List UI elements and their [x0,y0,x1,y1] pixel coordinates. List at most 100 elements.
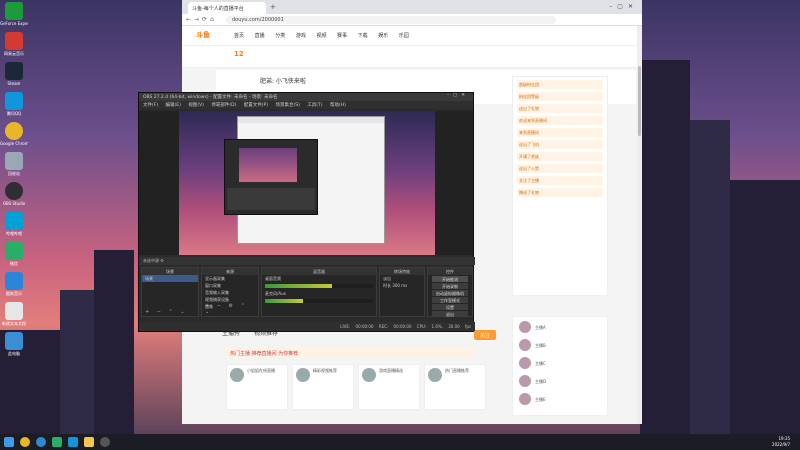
obs-menu-profile[interactable]: 配置文件(P) [244,103,268,108]
window-controls[interactable]: –▢✕ [609,3,638,10]
kugou-icon [5,272,23,290]
anchor-banner[interactable]: 热门主播 推荐直播间 为你推荐 [226,348,476,358]
obs-menu-file[interactable]: 文件(F) [143,103,158,108]
rank-item[interactable]: 主播E [517,393,603,407]
gear-icon[interactable]: ⚙ [160,258,164,263]
desktop-icon-kugou[interactable]: 酷狗音乐 [0,272,28,296]
desktop-icon-text-file[interactable]: 新建文本文档 [0,302,28,326]
rank-item[interactable]: 主播B [517,339,603,353]
obs-menu-view[interactable]: 视图(V) [188,103,204,108]
nav-buttons[interactable]: ←→⟳⌂ [186,16,217,23]
browser-tab[interactable]: 斗鱼-每个人的直播平台 [188,2,266,14]
url-field[interactable]: douyu.com/2000001 [226,16,556,24]
netease-music-icon [5,32,23,50]
desktop-icon-wechat[interactable]: 微信 [0,242,28,266]
rank-item[interactable]: 主播D [517,375,603,389]
avatar [519,357,531,369]
obs-menu-docks[interactable]: 停靠部件(D) [211,103,236,108]
follow-button[interactable]: 关注 [474,330,496,340]
chat-row: 粉丝团等级 [517,92,603,101]
obs-menu-tools[interactable]: 工具(T) [307,103,322,108]
studio-mode-button[interactable]: 工作室模式 [432,297,468,303]
obs-menu-edit[interactable]: 编辑(E) [166,103,181,108]
scrollbar-thumb[interactable] [638,66,641,136]
preview-margin-left [139,111,179,255]
site-menu: 首页 直播 分类 游戏 视频 赛事 下载 娱乐 乐园 [234,32,409,39]
settings-button[interactable]: 设置 [432,304,468,310]
captured-browser-bar [238,117,384,123]
chat-row: 关注了主播 [517,176,603,185]
recommend-card[interactable]: 精彩视频推荐 [292,364,354,410]
source-controls[interactable]: + − ⚙ ⌃ ⌄ [205,303,258,315]
captured-preview [239,148,297,182]
sources-dock: 来源 显示器采集 窗口采集 音频输入采集 视频捕获设备 图像 + − ⚙ ⌃ ⌄ [201,267,259,317]
menu-item[interactable]: 视频 [316,33,326,39]
obs-menu-scene-collection[interactable]: 场景集合(S) [275,103,299,108]
recommend-card[interactable]: 游戏直播精选 [358,364,420,410]
desktop-icon-obs[interactable]: OBS Studio [0,182,28,206]
site-header: 斗鱼 首页 直播 分类 游戏 视频 赛事 下载 娱乐 乐园 [182,26,642,46]
chat-row: 超级粉丝团 [517,80,603,89]
menu-item[interactable]: 赛事 [337,33,347,39]
desktop-icon-recycle-bin[interactable]: 回收站 [0,152,28,176]
chat-row: 送出了飞机 [517,140,603,149]
source-item[interactable]: 视频捕获设备 [202,296,258,303]
new-tab-icon[interactable]: + [270,3,276,11]
start-streaming-button[interactable]: 开始推流 [432,276,468,282]
transitions-dock: 转场特效 淡出 时长 300 ms [379,267,425,317]
source-toolbar: 未选中源 ⚙ [139,257,475,265]
desktop-icon-bilibili[interactable]: 哔哩哔哩 [0,212,28,236]
start-icon[interactable] [4,437,14,447]
scenes-dock: 场景 场景 + − ⌃ ⌄ [141,267,199,317]
virtual-camera-button[interactable]: 启动虚拟摄像机 [432,290,468,296]
obs-menu-help[interactable]: 帮助(H) [330,103,346,108]
avatar [519,375,531,387]
explorer-icon[interactable] [84,437,94,447]
source-item[interactable]: 窗口采集 [202,282,258,289]
source-item[interactable]: 音频输入采集 [202,289,258,296]
chrome-icon[interactable] [20,437,30,447]
edge-icon[interactable] [36,437,46,447]
exit-button[interactable]: 退出 [432,311,468,317]
system-clock[interactable]: 19:35 2022/9/7 [772,436,790,448]
site-logo[interactable]: 斗鱼 [196,30,210,40]
menu-item[interactable]: 分类 [275,33,285,39]
menu-item[interactable]: 娱乐 [378,33,388,39]
city-building [730,180,800,440]
menu-item[interactable]: 首页 [234,33,244,39]
obs-status-bar: LIVE: 00:00:00 REC: 00:00:00 CPU: 1.6%, … [139,322,475,331]
desktop-icon-steam[interactable]: Steam [0,62,28,86]
recommend-card[interactable]: 小姐姐在线直播 [226,364,288,410]
desktop-icon-chrome[interactable]: Google Chrome [0,122,28,146]
qq-icon[interactable] [68,437,78,447]
rank-item[interactable]: 主播C [517,357,603,371]
page-scrollbar[interactable] [637,26,642,424]
transition-duration[interactable]: 时长 300 ms [380,282,424,289]
obs-preview-canvas[interactable] [179,111,435,255]
chat-row: 送出了火箭 [517,164,603,173]
desktop-icon-netease[interactable]: 网易云音乐 [0,32,28,56]
menu-item[interactable]: 直播 [255,33,265,39]
menu-item[interactable]: 下载 [358,33,368,39]
avatar [519,393,531,405]
menu-item[interactable]: 游戏 [296,33,306,39]
transition-type[interactable]: 淡出 [380,275,424,282]
text-file-icon [5,302,23,320]
desktop-icon-this-pc[interactable]: 此电脑 [0,332,28,356]
obs-menu-bar: 文件(F) 编辑(E) 视图(V) 停靠部件(D) 配置文件(P) 场景集合(S… [139,101,473,109]
scene-item[interactable]: 场景 [142,275,198,282]
desktop-icon-qq[interactable]: 腾讯QQ [0,92,28,116]
recommend-card[interactable]: 热门直播推荐 [424,364,486,410]
start-recording-button[interactable]: 开始录制 [432,283,468,289]
recycle-bin-icon [5,152,23,170]
chat-row: 开通了贵族 [517,152,603,161]
desktop-icon-geforce[interactable]: GeForce Experience [0,2,28,26]
city-building [94,250,134,440]
scene-controls[interactable]: + − ⌃ ⌄ [145,309,188,315]
obs-icon[interactable] [100,437,110,447]
wechat-icon[interactable] [52,437,62,447]
obs-window-controls[interactable]: –▢✕ [447,93,469,98]
rank-item[interactable]: 主播A [517,321,603,335]
source-item[interactable]: 显示器采集 [202,275,258,282]
menu-item[interactable]: 乐园 [399,33,409,39]
